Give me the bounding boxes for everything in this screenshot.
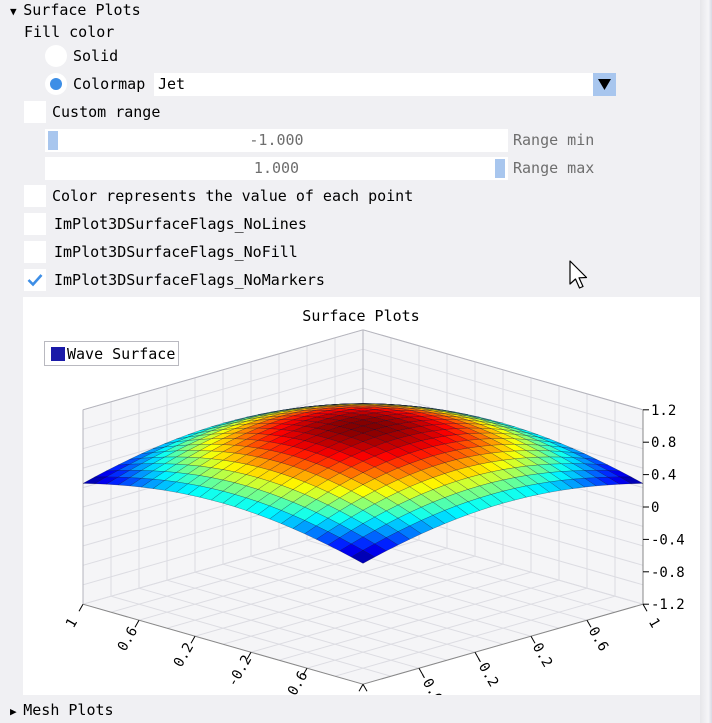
solid-radio[interactable]	[45, 45, 67, 67]
color-by-value-label[interactable]: Color represents the value of each point	[52, 185, 413, 207]
colormap-label[interactable]: Colormap	[73, 73, 145, 95]
mesh-plots-header[interactable]: ▶ Mesh Plots	[10, 699, 114, 723]
y-tick	[358, 683, 364, 692]
x-tick-label: 0.2	[529, 640, 556, 670]
combo-arrow-button[interactable]	[593, 73, 616, 96]
colormap-combo-value: Jet	[158, 75, 186, 93]
no-fill-checkbox[interactable]	[24, 241, 46, 263]
z-tick-label: 0	[651, 500, 659, 516]
solid-label[interactable]: Solid	[73, 45, 118, 67]
color-by-value-checkbox[interactable]	[24, 185, 46, 207]
plot-title: Surface Plots	[302, 307, 419, 325]
surface-plots-header[interactable]: ▼ Surface Plots	[10, 0, 141, 23]
legend-entry: Wave Surface	[67, 345, 176, 363]
z-tick-label: 0.4	[651, 468, 676, 484]
custom-range-checkbox[interactable]	[24, 101, 46, 123]
fill-color-label: Fill color	[24, 23, 115, 41]
mouse-cursor-icon	[569, 260, 588, 289]
y-tick-label: -1	[341, 692, 363, 695]
y-tick-label: 0.2	[171, 640, 198, 670]
x-tick-label: 1	[645, 616, 663, 631]
x-tick-label: -0.2	[471, 653, 502, 690]
range-max-slider[interactable]: 1.000	[45, 157, 508, 180]
no-markers-label[interactable]: ImPlot3DSurfaceFlags_NoMarkers	[54, 269, 325, 291]
x-tick-label: -0.6	[415, 669, 446, 695]
range-min-value: -1.000	[249, 131, 304, 149]
range-max-value: 1.000	[253, 159, 300, 177]
demo-window: ▼ Surface Plots Fill color Solid Colorma…	[0, 0, 712, 723]
colormap-combo[interactable]: Jet	[154, 73, 616, 96]
y-tick-label: 1	[63, 616, 81, 631]
z-tick-label: -0.8	[651, 565, 685, 581]
range-max-label: Range max	[513, 159, 595, 177]
z-tick-label: 1.2	[651, 403, 676, 419]
expanded-caret-icon: ▼	[10, 5, 24, 18]
y-tick-label: 0.6	[115, 624, 142, 654]
custom-range-label[interactable]: Custom range	[52, 101, 160, 123]
y-tick-label: -0.2	[225, 653, 256, 690]
z-tick-label: 0.8	[651, 435, 676, 451]
range-min-slider[interactable]: -1.000	[45, 129, 508, 152]
range-min-label: Range min	[513, 131, 595, 149]
y-tick	[190, 635, 196, 644]
legend-swatch	[51, 347, 65, 361]
x-tick-label: 0.6	[585, 624, 612, 654]
no-lines-checkbox[interactable]	[24, 213, 46, 235]
no-lines-label[interactable]: ImPlot3DSurfaceFlags_NoLines	[54, 213, 307, 235]
x-tick	[642, 603, 648, 612]
x-tick	[586, 619, 592, 628]
collapsed-caret-icon: ▶	[10, 705, 24, 718]
checkmark-icon	[27, 274, 43, 287]
x-tick	[530, 635, 536, 644]
y-tick-label: -0.6	[281, 669, 312, 695]
window-edge	[700, 0, 712, 723]
radio-selected-dot	[50, 78, 62, 90]
x-tick	[362, 683, 368, 692]
y-tick	[78, 603, 84, 612]
x-tick-label: -1	[363, 692, 385, 695]
z-tick-label: -0.4	[651, 532, 685, 548]
colormap-radio[interactable]	[45, 73, 67, 95]
chevron-down-icon	[598, 79, 611, 90]
no-markers-checkbox[interactable]	[24, 269, 46, 291]
y-tick	[134, 619, 140, 628]
no-fill-label[interactable]: ImPlot3DSurfaceFlags_NoFill	[54, 241, 298, 263]
legend[interactable]: Wave Surface	[44, 341, 179, 366]
z-tick-label: -1.2	[651, 597, 685, 613]
